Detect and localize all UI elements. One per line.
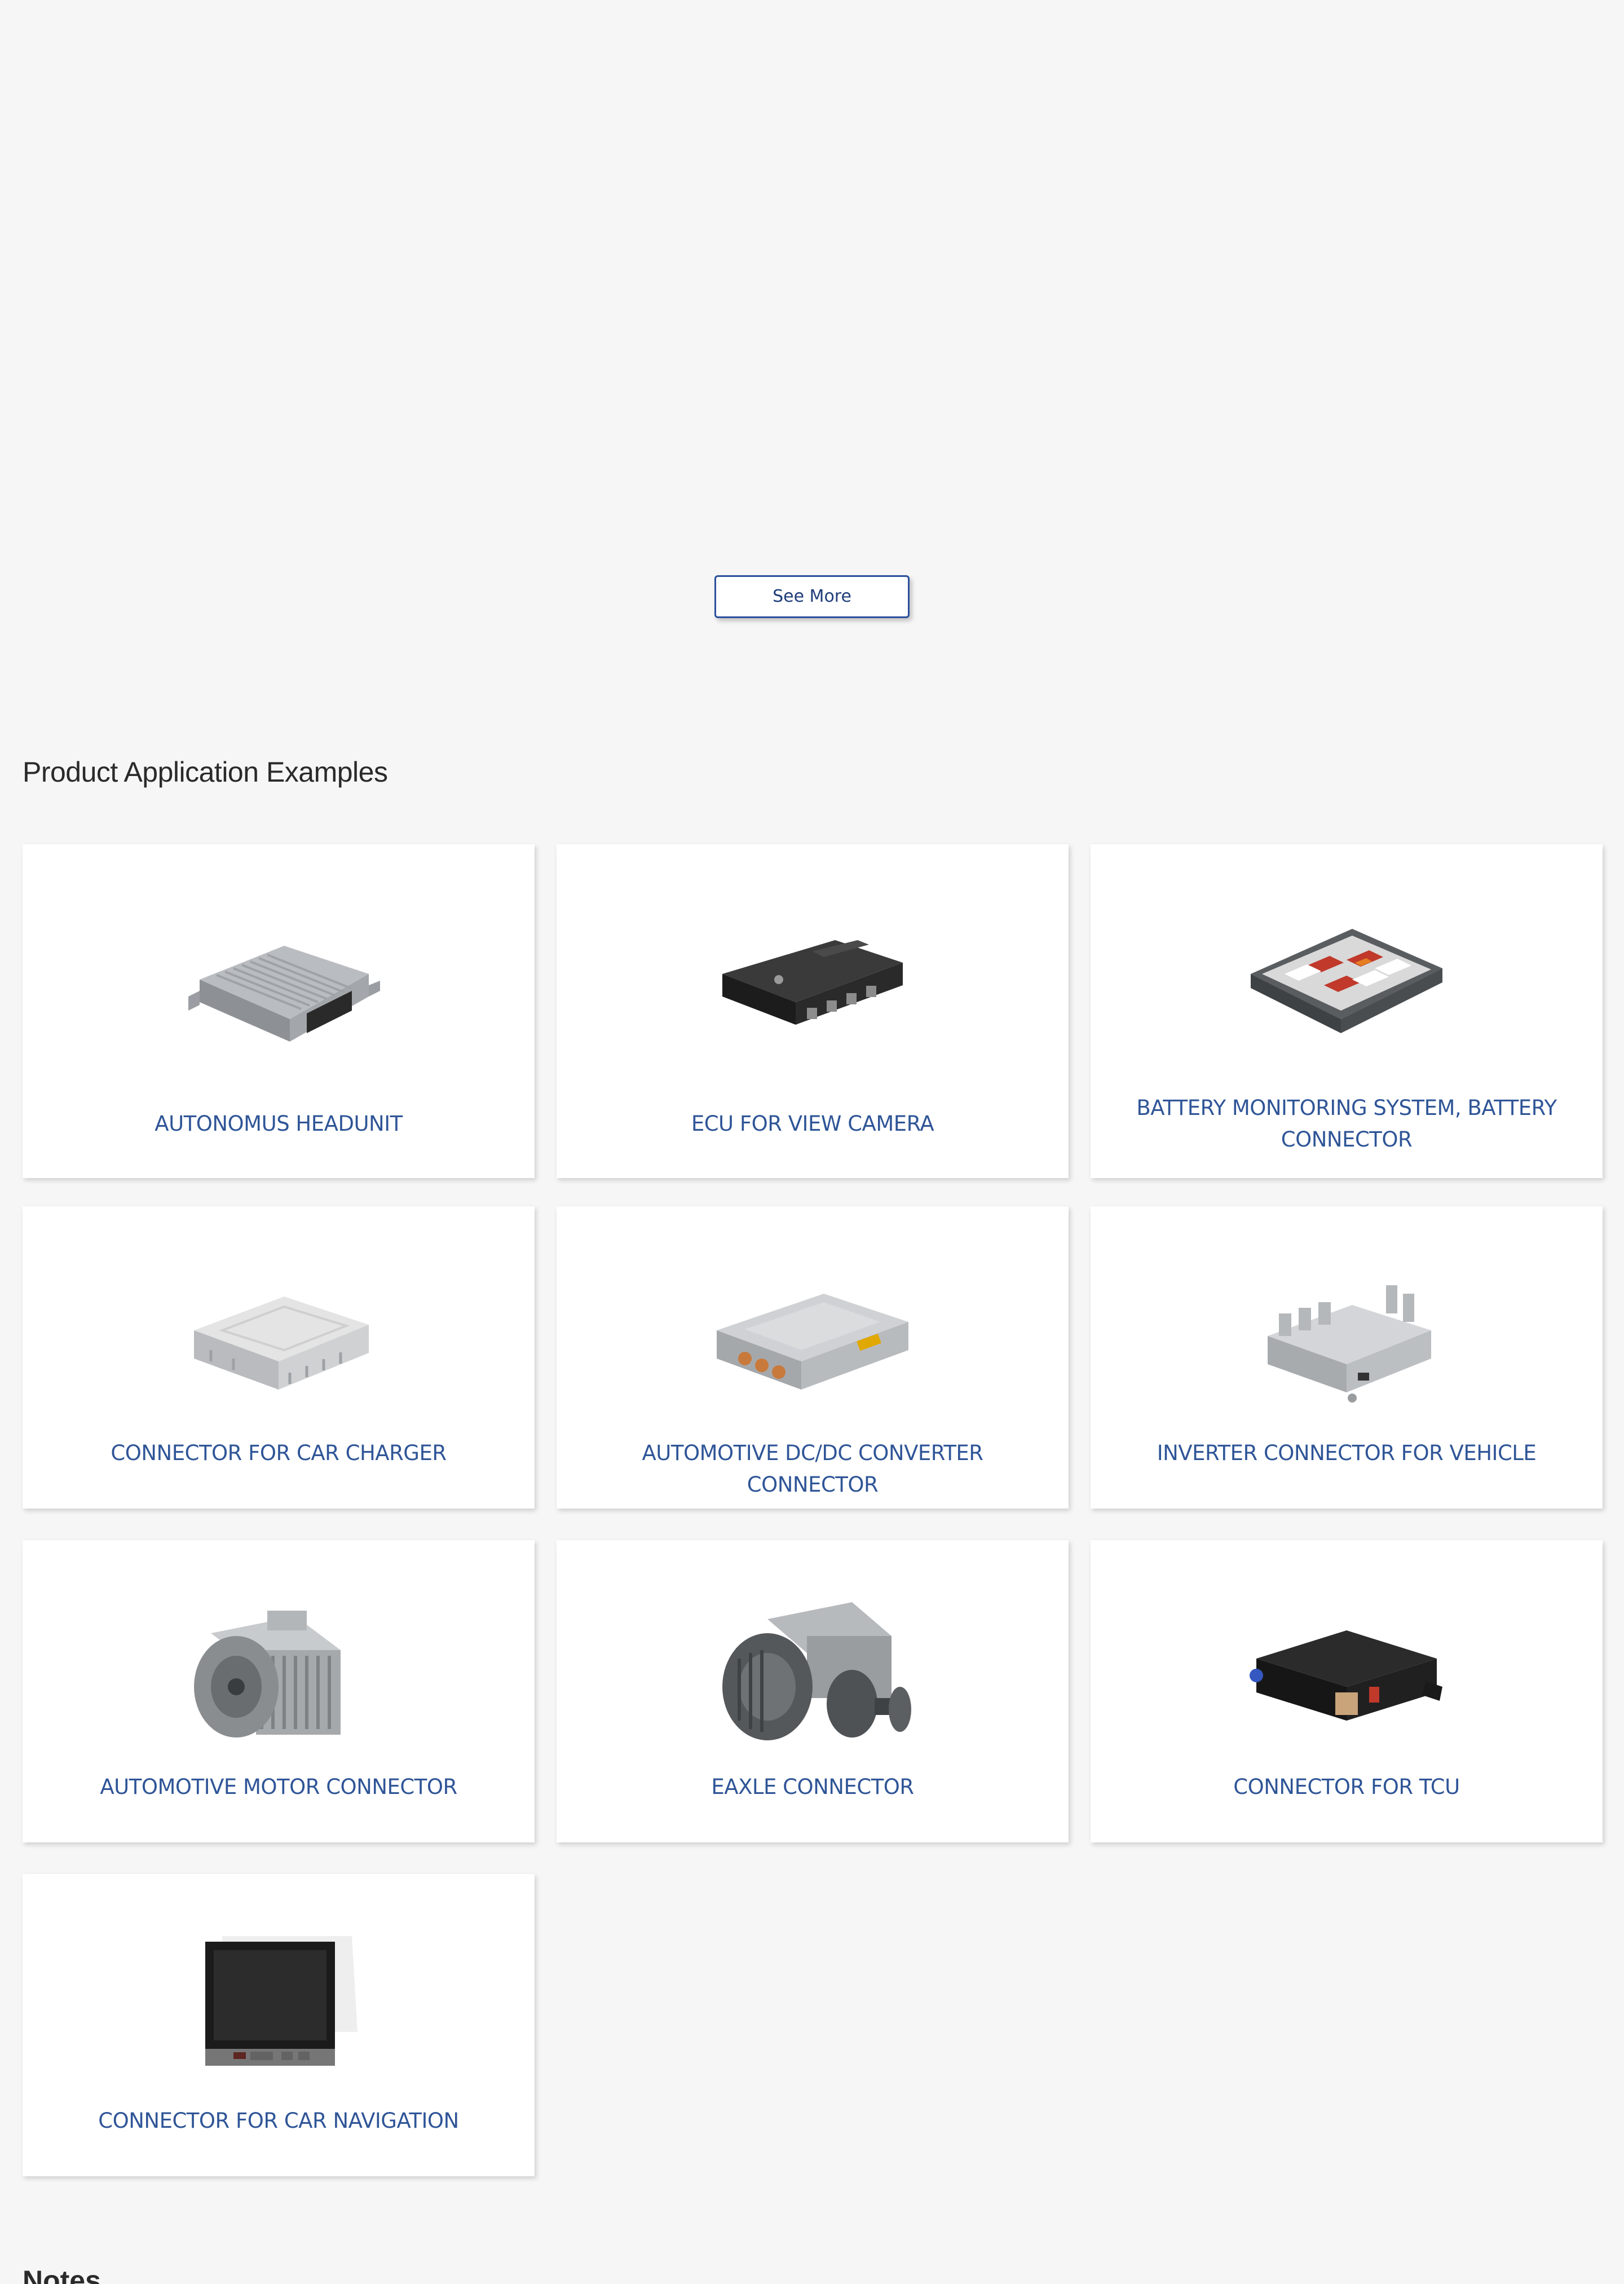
product-card-eaxle[interactable]: EAXLE CONNECTOR <box>557 1540 1069 1842</box>
product-label[interactable]: EAXLE CONNECTOR <box>579 1771 1046 1803</box>
product-label[interactable]: BATTERY MONITORING SYSTEM, BATTERY CONNE… <box>1113 1092 1580 1156</box>
see-more-container: See More <box>0 575 1624 618</box>
headunit-module-icon <box>23 906 535 1053</box>
notes-title: Notes <box>23 2265 101 2284</box>
product-card-car-navigation[interactable]: CONNECTOR FOR CAR NAVIGATION <box>23 1874 535 2176</box>
product-grid: AUTONOMUS HEADUNIT ECU FOR VIEW CAMERA B… <box>23 844 1603 2180</box>
section-title: Product Application Examples <box>23 756 388 788</box>
product-card-inverter[interactable]: INVERTER CONNECTOR FOR VEHICLE <box>1091 1206 1603 1509</box>
page: See More Product Application Examples AU… <box>0 0 1624 2284</box>
product-label[interactable]: AUTONOMUS HEADUNIT <box>45 1108 512 1140</box>
see-more-button[interactable]: See More <box>714 575 910 618</box>
charger-module-icon <box>23 1263 535 1409</box>
product-card-ecu-view-camera[interactable]: ECU FOR VIEW CAMERA <box>557 844 1069 1178</box>
navigation-display-icon <box>23 1930 535 2077</box>
product-label[interactable]: INVERTER CONNECTOR FOR VEHICLE <box>1113 1438 1580 1469</box>
tcu-module-icon <box>1091 1597 1603 1743</box>
eaxle-icon <box>557 1597 1069 1743</box>
product-card-motor[interactable]: AUTOMOTIVE MOTOR CONNECTOR <box>23 1540 535 1842</box>
product-label[interactable]: AUTOMOTIVE DC/DC CONVERTER CONNECTOR <box>579 1438 1046 1501</box>
inverter-module-icon <box>1091 1263 1603 1409</box>
product-label[interactable]: CONNECTOR FOR TCU <box>1113 1771 1580 1803</box>
product-card-battery-monitoring[interactable]: BATTERY MONITORING SYSTEM, BATTERY CONNE… <box>1091 844 1603 1178</box>
product-label[interactable]: AUTOMOTIVE MOTOR CONNECTOR <box>45 1771 512 1803</box>
product-card-autonomus-headunit[interactable]: AUTONOMUS HEADUNIT <box>23 844 535 1178</box>
dcdc-converter-icon <box>557 1263 1069 1409</box>
ecu-module-icon <box>557 906 1069 1053</box>
product-card-car-charger[interactable]: CONNECTOR FOR CAR CHARGER <box>23 1206 535 1509</box>
product-label[interactable]: CONNECTOR FOR CAR CHARGER <box>45 1438 512 1469</box>
motor-icon <box>23 1597 535 1743</box>
product-label[interactable]: ECU FOR VIEW CAMERA <box>579 1108 1046 1140</box>
product-card-dcdc-converter[interactable]: AUTOMOTIVE DC/DC CONVERTER CONNECTOR <box>557 1206 1069 1509</box>
product-card-tcu[interactable]: CONNECTOR FOR TCU <box>1091 1540 1603 1842</box>
product-label[interactable]: CONNECTOR FOR CAR NAVIGATION <box>45 2105 512 2137</box>
battery-pack-icon <box>1091 906 1603 1053</box>
